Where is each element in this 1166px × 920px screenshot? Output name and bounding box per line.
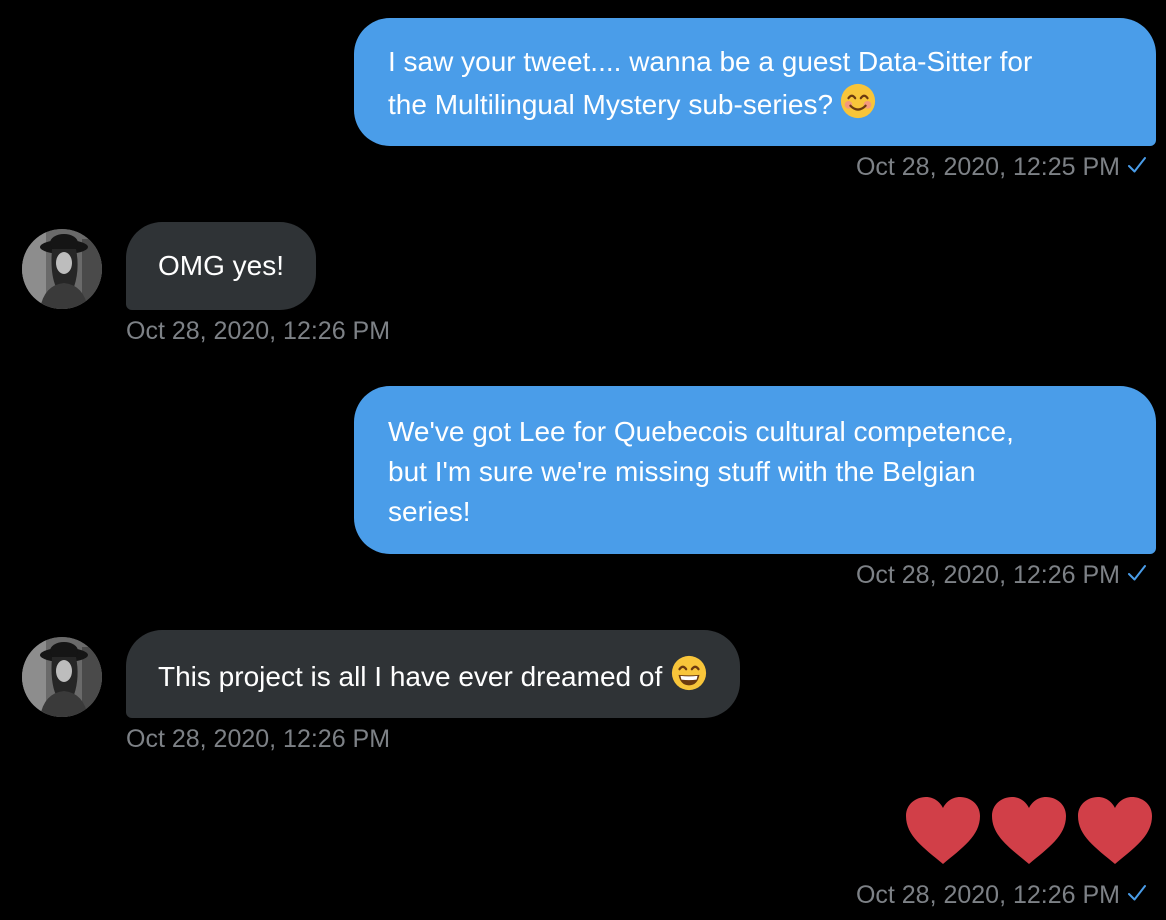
message-text-line: This project is all I have ever dreamed …	[158, 660, 663, 692]
red-heart-icon	[904, 796, 982, 871]
emoji-only-message[interactable]	[904, 796, 1156, 868]
message-bubble-incoming[interactable]: This project is all I have ever dreamed …	[126, 630, 741, 718]
message-bubble-outgoing[interactable]: We've got Lee for Quebecois cultural com…	[354, 386, 1156, 554]
message-timestamp: Oct 28, 2020, 12:26 PM	[126, 317, 391, 345]
message-timestamp: Oct 28, 2020, 12:26 PM	[856, 880, 1148, 911]
grinning-face-emoji-icon	[670, 654, 708, 703]
message-timestamp: Oct 28, 2020, 12:26 PM	[126, 725, 391, 753]
red-heart-icon	[990, 796, 1068, 871]
message-text-line: the Multilingual Mystery sub-series?	[388, 88, 834, 120]
message-text-line: I saw your tweet.... wanna be a guest Da…	[388, 46, 1033, 77]
message-bubble-outgoing[interactable]: I saw your tweet.... wanna be a guest Da…	[354, 18, 1156, 146]
message-text-line: OMG yes!	[158, 250, 285, 281]
contact-avatar[interactable]	[22, 637, 102, 717]
message-timestamp: Oct 28, 2020, 12:26 PM	[856, 560, 1148, 591]
message-text-line: but I'm sure we're missing stuff with th…	[388, 456, 976, 487]
read-check-icon	[1126, 561, 1148, 591]
smiling-face-emoji-icon	[839, 82, 877, 131]
read-check-icon	[1126, 881, 1148, 911]
message-bubble-incoming[interactable]: OMG yes!	[126, 222, 317, 310]
message-text-line: series!	[388, 496, 471, 527]
contact-avatar[interactable]	[22, 229, 102, 309]
message-timestamp: Oct 28, 2020, 12:25 PM	[856, 152, 1148, 183]
read-check-icon	[1126, 153, 1148, 183]
message-text-line: We've got Lee for Quebecois cultural com…	[388, 416, 1014, 447]
red-heart-icon	[1076, 796, 1154, 871]
